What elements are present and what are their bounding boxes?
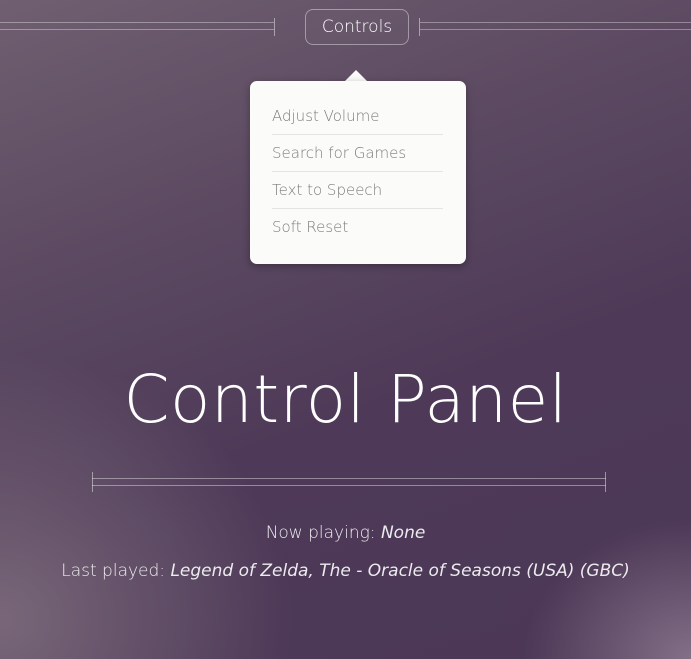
title-divider-left-end <box>92 472 93 492</box>
menu-item-soft-reset[interactable]: Soft Reset <box>272 209 443 245</box>
header-rule-right-end <box>419 18 420 36</box>
menu-item-search-for-games[interactable]: Search for Games <box>272 135 443 172</box>
now-playing-label: Now playing: <box>265 523 376 543</box>
menu-item-text-to-speech[interactable]: Text to Speech <box>272 172 443 209</box>
menu-list: Adjust Volume Search for Games Text to S… <box>272 98 443 245</box>
last-played-value: Legend of Zelda, The - Oracle of Seasons… <box>170 561 630 581</box>
now-playing: Now playing: None <box>0 523 691 543</box>
header-rule-left-end <box>274 18 275 36</box>
header-rule-left <box>0 22 274 30</box>
page-title: Control Panel <box>123 361 568 438</box>
controls-menu: Adjust Volume Search for Games Text to S… <box>250 81 466 264</box>
title-divider <box>92 478 606 486</box>
title-divider-right-end <box>605 472 606 492</box>
last-played-label: Last played: <box>61 561 166 581</box>
controls-button[interactable]: Controls <box>305 9 409 45</box>
last-played: Last played: Legend of Zelda, The - Orac… <box>0 561 691 581</box>
header-rule-right <box>420 22 691 30</box>
menu-item-adjust-volume[interactable]: Adjust Volume <box>272 98 443 135</box>
now-playing-value: None <box>380 523 426 543</box>
